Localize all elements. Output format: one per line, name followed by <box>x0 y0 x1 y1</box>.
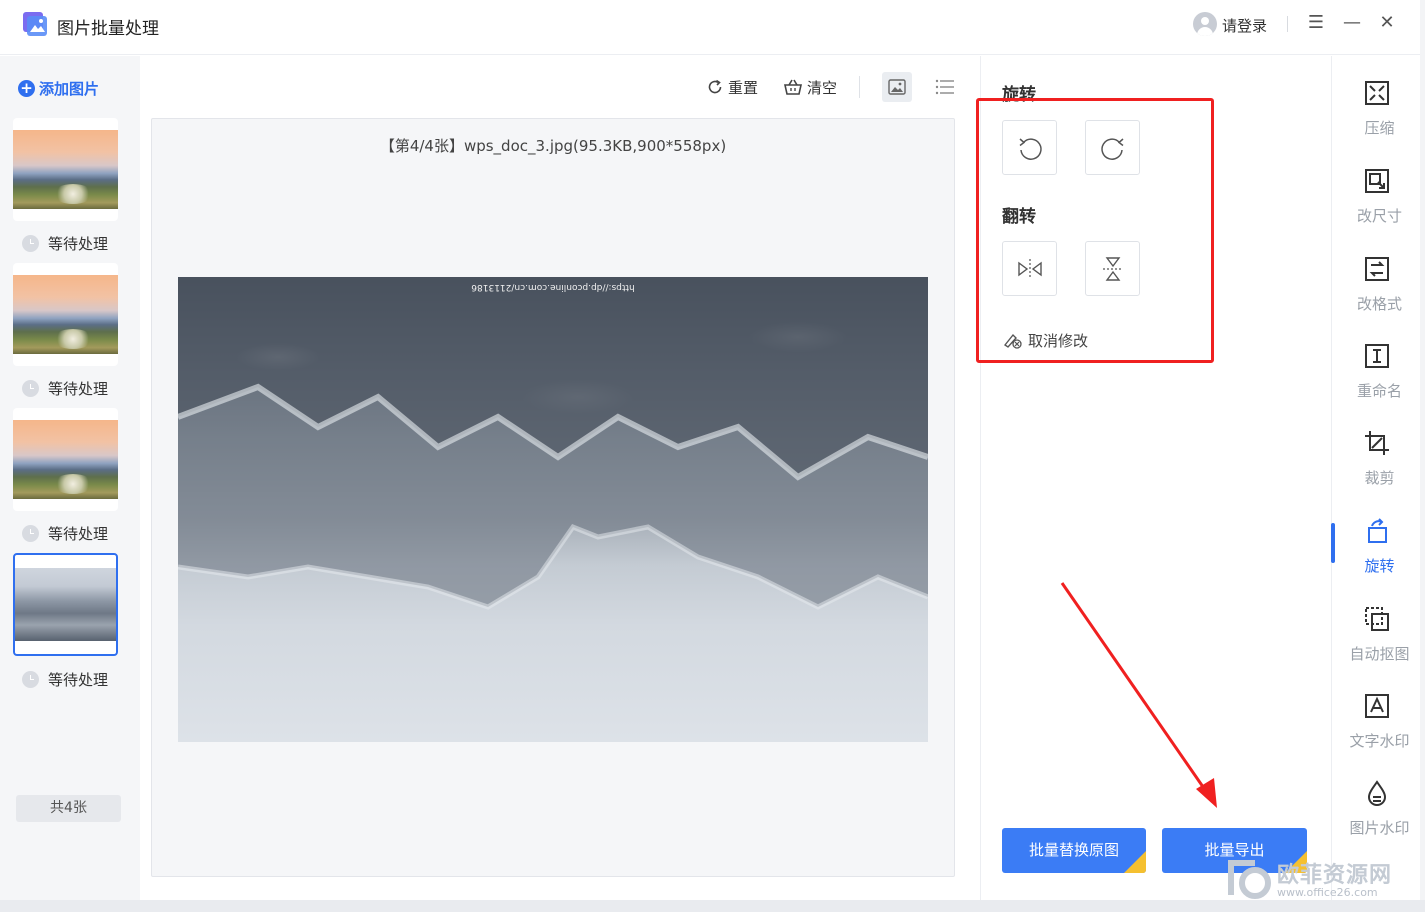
tool-label: 裁剪 <box>1364 469 1395 487</box>
annotation-highlight-box <box>976 98 1214 363</box>
add-image-button[interactable]: + 添加图片 <box>18 78 99 98</box>
preview-area: 【第4/4张】wps_doc_3.jpg(95.3KB,900*558px) h… <box>151 118 955 877</box>
image-watermark-icon <box>1367 780 1387 806</box>
image-view-icon <box>888 79 906 95</box>
title-bar: 图片批量处理 请登录 ☰ — ✕ <box>0 0 1420 55</box>
thumbnail-item-3[interactable] <box>13 408 118 511</box>
compress-icon <box>1365 81 1389 105</box>
format-icon <box>1365 257 1389 281</box>
title-separator <box>1287 16 1288 32</box>
thumbnail-status-1: 等待处理 <box>22 233 108 253</box>
list-view-button[interactable] <box>930 72 960 102</box>
thumbnail-status-3: 等待处理 <box>22 523 108 543</box>
cutout-icon <box>1365 607 1389 631</box>
tool-image-watermark[interactable]: 图片水印 <box>1331 780 1420 860</box>
site-watermark-url: www.office26.com <box>1277 886 1378 899</box>
resize-icon <box>1365 169 1389 193</box>
tool-crop[interactable]: 裁剪 <box>1331 430 1420 510</box>
thumbnail-image <box>13 420 118 499</box>
thumbnail-image <box>13 275 118 354</box>
image-count-badge: 共4张 <box>16 795 121 822</box>
login-link[interactable]: 请登录 <box>1222 15 1267 36</box>
batch-replace-label: 批量替换原图 <box>1028 841 1119 859</box>
status-label: 等待处理 <box>48 234 109 253</box>
clock-icon <box>22 524 39 542</box>
tool-label: 压缩 <box>1364 119 1395 137</box>
reset-label: 重置 <box>728 78 759 97</box>
rename-icon <box>1365 344 1389 368</box>
thumbnail-image <box>15 568 116 641</box>
thumbnail-status-2: 等待处理 <box>22 378 108 398</box>
close-icon[interactable]: ✕ <box>1374 10 1400 36</box>
status-label: 等待处理 <box>48 379 109 398</box>
avatar-icon[interactable] <box>1193 12 1217 36</box>
tool-label: 重命名 <box>1356 382 1402 400</box>
batch-replace-button[interactable]: 批量替换原图 <box>1002 828 1146 873</box>
clear-button[interactable]: 清空 <box>783 76 837 98</box>
thumbnail-item-2[interactable] <box>13 263 118 366</box>
tool-label: 自动抠图 <box>1349 645 1410 663</box>
snowy-forest-texture <box>178 277 928 610</box>
site-watermark-name: 欧菲资源网 <box>1277 863 1393 888</box>
minimize-icon[interactable]: — <box>1339 10 1365 36</box>
thumbnail-item-4-selected[interactable] <box>13 553 118 656</box>
app-window: 图片批量处理 请登录 ☰ — ✕ + 添加图片 等待处理 等待处理 等待处理 等… <box>0 0 1420 900</box>
tool-resize[interactable]: 改尺寸 <box>1331 168 1420 248</box>
clear-label: 清空 <box>807 78 838 97</box>
text-watermark-icon <box>1365 694 1389 718</box>
window-edge <box>1420 0 1425 912</box>
basket-icon <box>784 79 802 95</box>
vip-crown-icon <box>1124 851 1146 873</box>
clock-icon <box>22 234 39 252</box>
image-view-button[interactable] <box>882 72 912 102</box>
preview-image: https://dp.pconline.com.cn/2113186 <box>178 277 928 742</box>
app-logo-icon <box>23 12 47 36</box>
plus-circle-icon: + <box>18 79 35 97</box>
tool-label: 旋转 <box>1364 557 1395 575</box>
annotation-arrow <box>1060 582 1217 808</box>
toolbar-separator <box>859 76 860 98</box>
status-label: 等待处理 <box>48 670 109 689</box>
preview-caption: 【第4/4张】wps_doc_3.jpg(95.3KB,900*558px) <box>379 137 727 155</box>
tool-label: 改格式 <box>1356 295 1402 313</box>
refresh-icon <box>708 79 722 94</box>
status-label: 等待处理 <box>48 524 109 543</box>
reset-button[interactable]: 重置 <box>706 76 758 98</box>
tool-rename[interactable]: 重命名 <box>1331 343 1420 423</box>
site-watermark: 欧菲资源网 www.office26.com <box>1225 855 1420 910</box>
thumbnail-image <box>13 130 118 209</box>
rotate-icon <box>1368 518 1387 543</box>
add-image-label: 添加图片 <box>39 79 100 98</box>
tool-cutout[interactable]: 自动抠图 <box>1331 606 1420 686</box>
tool-rotate[interactable]: 旋转 <box>1331 518 1420 598</box>
image-watermark-url: https://dp.pconline.com.cn/2113186 <box>471 282 635 292</box>
tool-compress[interactable]: 压缩 <box>1331 80 1420 160</box>
tool-label: 文字水印 <box>1349 732 1410 750</box>
app-title: 图片批量处理 <box>57 19 159 39</box>
list-view-icon <box>935 79 954 95</box>
tool-label: 改尺寸 <box>1356 207 1402 225</box>
tool-text-watermark[interactable]: 文字水印 <box>1331 693 1420 773</box>
tool-label: 图片水印 <box>1349 819 1410 837</box>
crop-icon <box>1365 431 1389 455</box>
menu-icon[interactable]: ☰ <box>1303 10 1329 36</box>
thumbnail-status-4: 等待处理 <box>22 669 108 689</box>
clock-icon <box>22 670 39 688</box>
thumbnail-item-1[interactable] <box>13 118 118 221</box>
desktop-strip <box>0 900 1425 912</box>
site-logo-icon <box>1228 860 1271 899</box>
tool-format[interactable]: 改格式 <box>1331 256 1420 336</box>
clock-icon <box>22 379 39 397</box>
